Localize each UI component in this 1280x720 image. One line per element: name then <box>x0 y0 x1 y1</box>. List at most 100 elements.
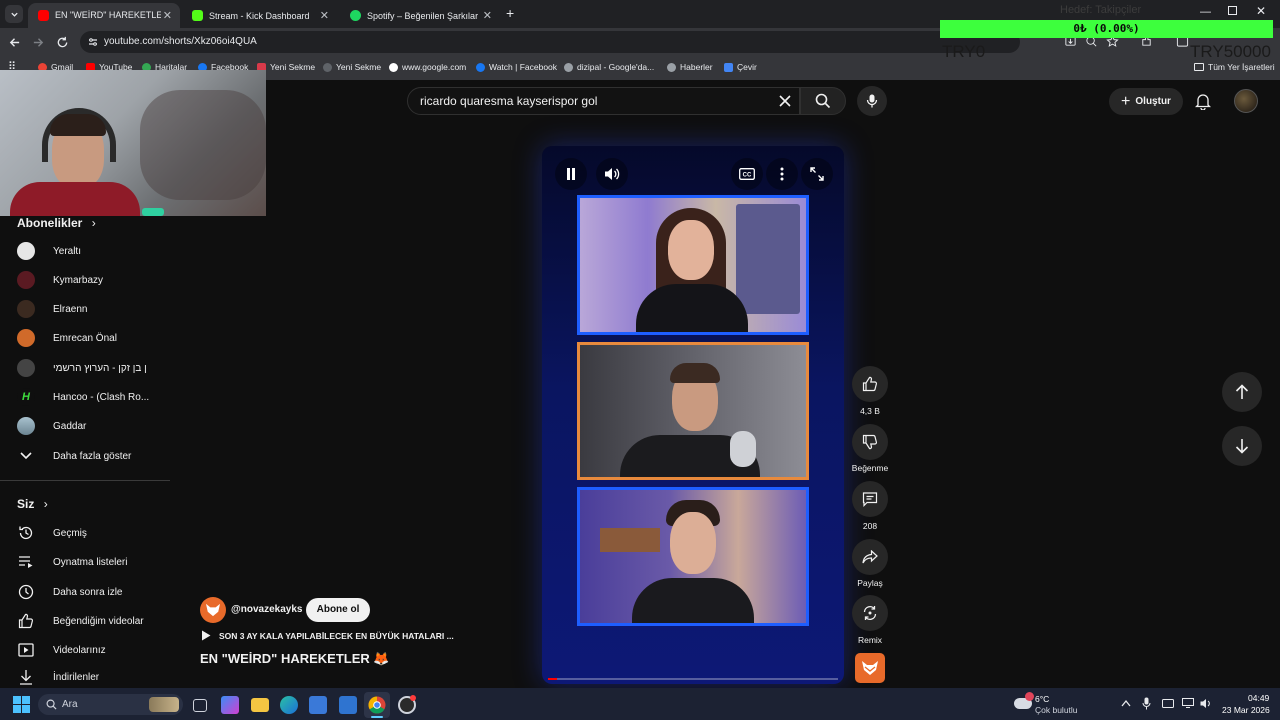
fullscreen-button[interactable] <box>801 158 833 190</box>
tab-search-button[interactable] <box>5 5 23 23</box>
network-icon[interactable] <box>1182 698 1194 708</box>
voice-search-button[interactable] <box>857 86 887 116</box>
subscription-item[interactable]: ן בן זקן - הערוץ הרשמי <box>0 354 170 382</box>
remix-button[interactable] <box>852 595 888 631</box>
video-progress-bar[interactable] <box>548 678 838 680</box>
playlist-icon <box>17 553 35 571</box>
bookshelf-graphic <box>736 204 800 314</box>
new-tab-button[interactable]: + <box>506 5 514 21</box>
tab-spotify[interactable]: Spotify – Beğenilen Şarkılar ✕ <box>340 3 500 28</box>
close-tab-icon[interactable]: ✕ <box>483 9 492 22</box>
create-button[interactable]: + Oluştur <box>1109 88 1183 115</box>
sidebar-item-downloads[interactable]: İndirilenler <box>0 666 170 688</box>
bookmark-watch-facebook[interactable]: Watch | Facebook <box>476 62 557 72</box>
maximize-window-icon[interactable] <box>1228 6 1237 15</box>
close-tab-icon[interactable]: ✕ <box>320 9 329 22</box>
edge-browser-icon[interactable] <box>280 696 298 714</box>
person-shirt <box>632 578 754 623</box>
channel-name: Gaddar <box>53 420 87 432</box>
person-face <box>670 512 716 574</box>
linked-video[interactable]: SON 3 AY KALA YAPILABİLECEK EN BÜYÜK HAT… <box>201 630 454 641</box>
account-avatar[interactable] <box>1234 89 1258 113</box>
close-tab-icon[interactable]: ✕ <box>163 9 172 22</box>
goal-min-label: TRY0 <box>942 42 986 61</box>
subscription-item[interactable]: Gaddar <box>0 412 170 440</box>
subscription-item[interactable]: Kymarbazy <box>0 266 170 294</box>
chevron-up-icon[interactable] <box>1121 699 1131 707</box>
subscription-item[interactable]: Elraenn <box>0 295 170 323</box>
weather-widget[interactable]: 6°C Çok bulutlu <box>1012 692 1112 718</box>
tab-youtube-short[interactable]: EN "WEİRD" HAREKETLER 🦊 ✕ <box>28 3 180 28</box>
search-input[interactable]: ricardo quaresma kayserispor gol <box>407 87 800 115</box>
notifications-bell-icon[interactable] <box>1195 93 1211 110</box>
site-info-icon[interactable] <box>88 37 98 47</box>
subscription-item[interactable]: H Hancoo - (Clash Ro... <box>0 383 170 411</box>
globe-icon <box>323 62 332 72</box>
sidebar-item-liked-videos[interactable]: Beğendiğim videolar <box>0 607 170 635</box>
subscription-item[interactable]: Emrecan Önal <box>0 324 170 352</box>
video-panel-top <box>577 195 809 335</box>
taskbar-search[interactable]: Ara <box>38 694 183 715</box>
volume-icon[interactable] <box>1200 698 1212 709</box>
clock-time[interactable]: 04:49 <box>1248 693 1269 703</box>
chrome-icon <box>368 696 386 714</box>
mail-icon[interactable] <box>339 696 357 714</box>
task-view-icon[interactable] <box>193 699 207 712</box>
more-options-button[interactable] <box>766 158 798 190</box>
volume-button[interactable] <box>596 158 628 190</box>
sidebar-item-playlists[interactable]: Oynatma listeleri <box>0 548 170 576</box>
minimize-window-icon[interactable]: — <box>1200 6 1211 18</box>
channel-avatar[interactable] <box>200 597 226 623</box>
captions-button[interactable]: CC <box>731 158 763 190</box>
video-panel-bottom <box>577 487 809 626</box>
sidebar-item-your-videos[interactable]: Videolarınız <box>0 636 170 664</box>
short-title: EN "WEİRD" HAREKETLER 🦊 <box>200 651 390 666</box>
all-bookmarks[interactable]: Tüm Yer İşaretleri <box>1194 62 1275 72</box>
tab-kick-dashboard[interactable]: Stream - Kick Dashboard ✕ <box>182 3 337 28</box>
channel-handle[interactable]: @novazekayks <box>231 604 302 615</box>
sound-thumbnail[interactable] <box>855 653 885 683</box>
shorts-video-player[interactable]: CC <box>542 146 844 684</box>
windows-start-icon[interactable] <box>13 696 30 713</box>
microphone-icon[interactable] <box>1142 697 1151 710</box>
back-icon[interactable] <box>8 36 21 49</box>
facebook-icon <box>476 62 485 72</box>
you-heading[interactable]: Siz › <box>17 497 48 511</box>
reload-icon[interactable] <box>56 36 69 49</box>
sidebar-item-label: Oynatma listeleri <box>53 556 128 568</box>
subscriptions-heading[interactable]: Abonelikler › <box>17 216 96 230</box>
channel-name: Yeraltı <box>53 245 81 257</box>
bookmark-google[interactable]: www.google.com <box>389 62 466 72</box>
tab-title: Stream - Kick Dashboard <box>209 10 310 21</box>
address-bar[interactable]: youtube.com/shorts/Xkz06oi4QUA <box>80 31 1020 53</box>
pause-button[interactable] <box>555 158 587 190</box>
sidebar-item-watch-later[interactable]: Daha sonra izle <box>0 578 170 606</box>
subscriptions-title: Abonelikler <box>17 216 83 230</box>
share-button[interactable] <box>852 539 888 575</box>
bookmark-translate[interactable]: Çevir <box>724 62 757 72</box>
like-button[interactable] <box>852 366 888 402</box>
forward-icon[interactable] <box>32 36 45 49</box>
next-short-button[interactable] <box>1222 426 1262 466</box>
clock-date[interactable]: 23 Mar 2026 <box>1222 705 1270 715</box>
comments-button[interactable] <box>852 481 888 517</box>
sidebar-item-history[interactable]: Geçmiş <box>0 519 170 547</box>
bookmark-dizipal[interactable]: dizipal - Google'da... <box>564 62 654 72</box>
widgets-icon[interactable] <box>221 696 239 714</box>
dislike-button[interactable] <box>852 424 888 460</box>
search-button[interactable] <box>800 87 846 115</box>
subscription-item[interactable]: Yeraltı <box>0 237 170 265</box>
bookmark-news[interactable]: Haberler <box>667 62 713 72</box>
close-window-icon[interactable]: ✕ <box>1256 4 1266 18</box>
chrome-taskbar-button[interactable] <box>364 692 390 718</box>
subscribe-button[interactable]: Abone ol <box>306 598 370 622</box>
file-explorer-icon[interactable] <box>251 698 269 712</box>
goal-max-label: TRY50000 <box>1190 42 1271 61</box>
previous-short-button[interactable] <box>1222 372 1262 412</box>
show-more-button[interactable]: Daha fazla göster <box>0 442 170 470</box>
clear-search-icon[interactable] <box>779 95 791 107</box>
bookmark-new-tab-2[interactable]: Yeni Sekme <box>323 62 381 72</box>
history-icon <box>17 524 35 542</box>
keyboard-icon[interactable] <box>1162 699 1174 708</box>
store-icon[interactable] <box>309 696 327 714</box>
